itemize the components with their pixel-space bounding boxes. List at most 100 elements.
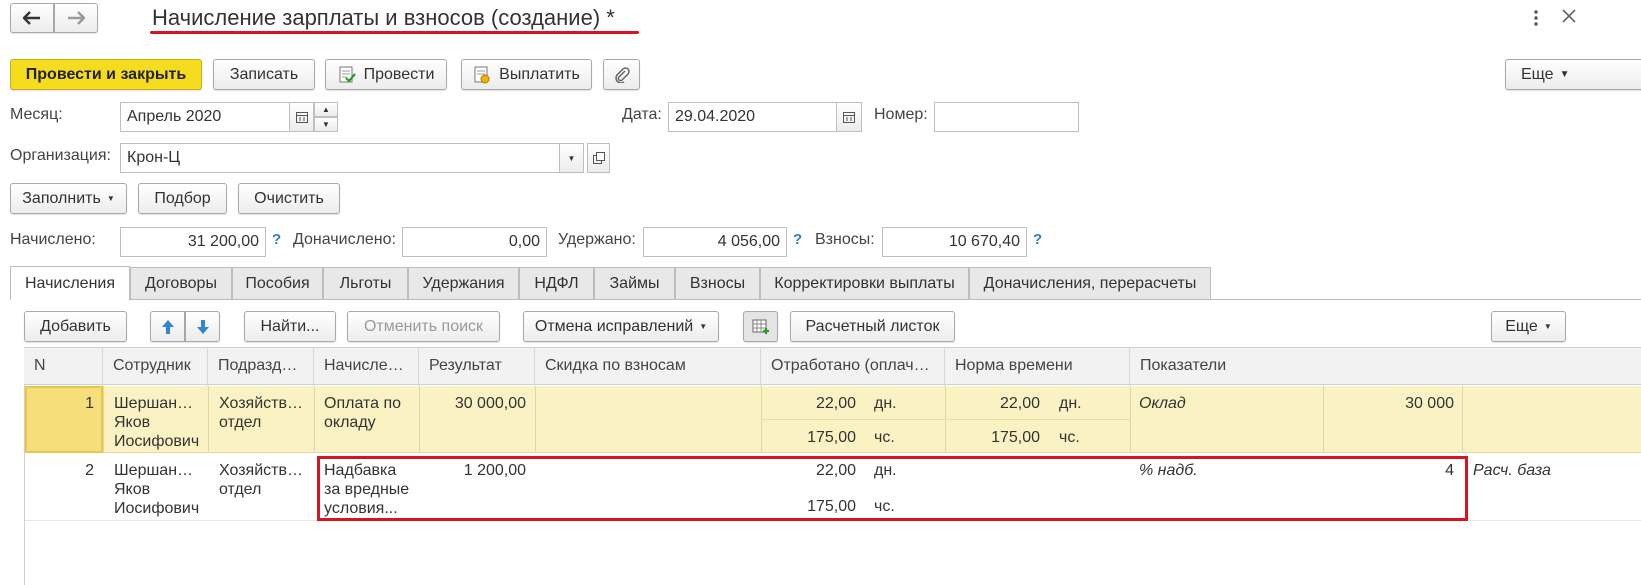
attach-button[interactable] <box>603 59 640 90</box>
post-document-icon <box>338 66 356 84</box>
payslip-button[interactable]: Расчетный листок <box>790 311 955 342</box>
post-label: Провести <box>363 65 435 83</box>
cancel-fixes-button[interactable]: Отмена исправлений ▼ <box>523 311 719 342</box>
grid-more-label: Еще <box>1505 317 1538 335</box>
select-button[interactable]: Подбор <box>138 183 227 214</box>
cancel-fixes-label: Отмена исправлений <box>534 317 694 335</box>
row1-norm-days: 22,00 <box>999 395 1040 412</box>
title-underline <box>150 31 639 34</box>
row2-indicator2: Расч. база <box>1473 462 1551 479</box>
tab-contracts[interactable]: Договоры <box>130 267 232 299</box>
highlight-box <box>317 456 1468 521</box>
column-divider <box>1323 386 1324 453</box>
column-employee[interactable]: Сотрудник <box>103 348 208 386</box>
row1-employee-line2: Яков <box>114 414 151 431</box>
column-divider <box>1130 386 1131 453</box>
pay-button[interactable]: Выплатить <box>461 59 592 90</box>
number-label: Номер: <box>874 106 928 123</box>
table-settings-button[interactable] <box>743 311 778 342</box>
row1-n: 1 <box>85 395 94 412</box>
tab-benefits[interactable]: Пособия <box>232 267 323 299</box>
column-result[interactable]: Результат <box>419 348 535 386</box>
withheld-help-icon[interactable]: ? <box>793 231 802 248</box>
calendar-icon <box>843 111 855 123</box>
row1-days-unit: дн. <box>874 395 897 412</box>
number-field[interactable] <box>934 102 1079 132</box>
month-spin-down[interactable]: ▼ <box>314 117 338 132</box>
month-field[interactable]: Апрель 2020 <box>120 102 290 132</box>
find-button[interactable]: Найти... <box>244 311 336 342</box>
organization-open-button[interactable] <box>587 143 610 173</box>
organization-dropdown-button[interactable]: ▼ <box>559 143 584 173</box>
chevron-down-icon: ▼ <box>567 153 576 163</box>
column-contribution-discount[interactable]: Скидка по взносам <box>535 348 761 386</box>
row1-indicator: Оклад <box>1139 395 1186 412</box>
column-department[interactable]: Подразд… <box>208 348 314 386</box>
tab-deductions[interactable]: Удержания <box>408 267 519 299</box>
column-divider <box>535 386 536 453</box>
clear-button[interactable]: Очистить <box>238 183 340 214</box>
accrued-help-icon[interactable]: ? <box>272 231 281 248</box>
table-header: N Сотрудник Подразд… Начисле… Результат … <box>24 347 1641 386</box>
tab-loans[interactable]: Займы <box>594 267 675 299</box>
tabs-baseline <box>10 299 1641 300</box>
tab-payment-corrections[interactable]: Корректировки выплаты <box>760 267 969 299</box>
tab-privileges[interactable]: Льготы <box>323 267 408 299</box>
withheld-label: Удержано: <box>558 231 636 248</box>
contributions-label: Взносы: <box>815 231 875 248</box>
row1-worked-hours: 175,00 <box>807 429 856 446</box>
row1-worked-days: 22,00 <box>815 395 856 412</box>
column-indicators[interactable]: Показатели <box>1130 348 1641 386</box>
organization-field[interactable]: Крон-Ц <box>120 143 560 173</box>
chevron-down-icon: ▼ <box>699 322 708 331</box>
column-accrual[interactable]: Начисле… <box>314 348 419 386</box>
column-n[interactable]: N <box>24 348 103 386</box>
row2-dept-line1: Хозяйств… <box>219 462 303 479</box>
column-worked[interactable]: Отработано (оплач… <box>761 348 945 386</box>
grid-more-button[interactable]: Еще ▼ <box>1491 311 1566 342</box>
move-down-button[interactable] <box>185 311 220 342</box>
close-icon[interactable] <box>1562 9 1576 23</box>
more-button[interactable]: Еще ▼ <box>1505 59 1641 90</box>
paperclip-icon <box>614 66 630 83</box>
row1-norm-days-unit: дн. <box>1059 395 1082 412</box>
row2-n: 2 <box>85 462 94 479</box>
sub-row-divider <box>761 419 1130 420</box>
date-calendar-button[interactable] <box>836 102 862 132</box>
move-up-button[interactable] <box>150 311 185 342</box>
forward-button[interactable] <box>54 3 98 33</box>
save-button[interactable]: Записать <box>213 59 315 90</box>
add-row-button[interactable]: Добавить <box>24 311 127 342</box>
post-and-close-button[interactable]: Провести и закрыть <box>10 59 202 90</box>
column-divider <box>103 386 104 453</box>
back-button[interactable] <box>10 3 54 33</box>
tab-recalculations[interactable]: Доначисления, перерасчеты <box>969 267 1211 299</box>
contributions-help-icon[interactable]: ? <box>1033 231 1042 248</box>
column-divider <box>208 386 209 453</box>
column-divider <box>1462 386 1463 453</box>
tab-accruals[interactable]: Начисления <box>10 266 130 300</box>
column-time-norm[interactable]: Норма времени <box>945 348 1130 386</box>
row1-hours-unit: чс. <box>874 429 895 446</box>
month-spin-up[interactable]: ▲ <box>314 102 338 117</box>
month-calendar-button[interactable] <box>289 102 314 132</box>
cancel-search-button[interactable]: Отменить поиск <box>347 311 500 342</box>
row2-employee-line3: Иосифович <box>114 500 200 517</box>
organization-label: Организация: <box>10 147 111 164</box>
row2-employee-line1: Шершан… <box>114 462 194 479</box>
date-field[interactable]: 29.04.2020 <box>668 102 837 132</box>
row2-dept-line2: отдел <box>219 481 262 498</box>
open-window-icon <box>592 152 605 164</box>
extra-accrued-label: Доначислено: <box>293 231 396 248</box>
row1-dept-line2: отдел <box>219 414 262 431</box>
row1-dept-line1: Хозяйств… <box>219 395 303 412</box>
fill-button[interactable]: Заполнить ▼ <box>10 183 127 214</box>
accrued-field: 31 200,00 <box>120 227 266 257</box>
arrow-left-icon <box>23 11 41 25</box>
row1-norm-hours: 175,00 <box>991 429 1040 446</box>
post-button[interactable]: Провести <box>325 59 447 90</box>
page-title: Начисление зарплаты и взносов (создание)… <box>152 5 615 30</box>
menu-dots-icon[interactable] <box>1533 9 1539 27</box>
tab-contributions[interactable]: Взносы <box>675 267 760 299</box>
tab-ndfl[interactable]: НДФЛ <box>519 267 594 299</box>
